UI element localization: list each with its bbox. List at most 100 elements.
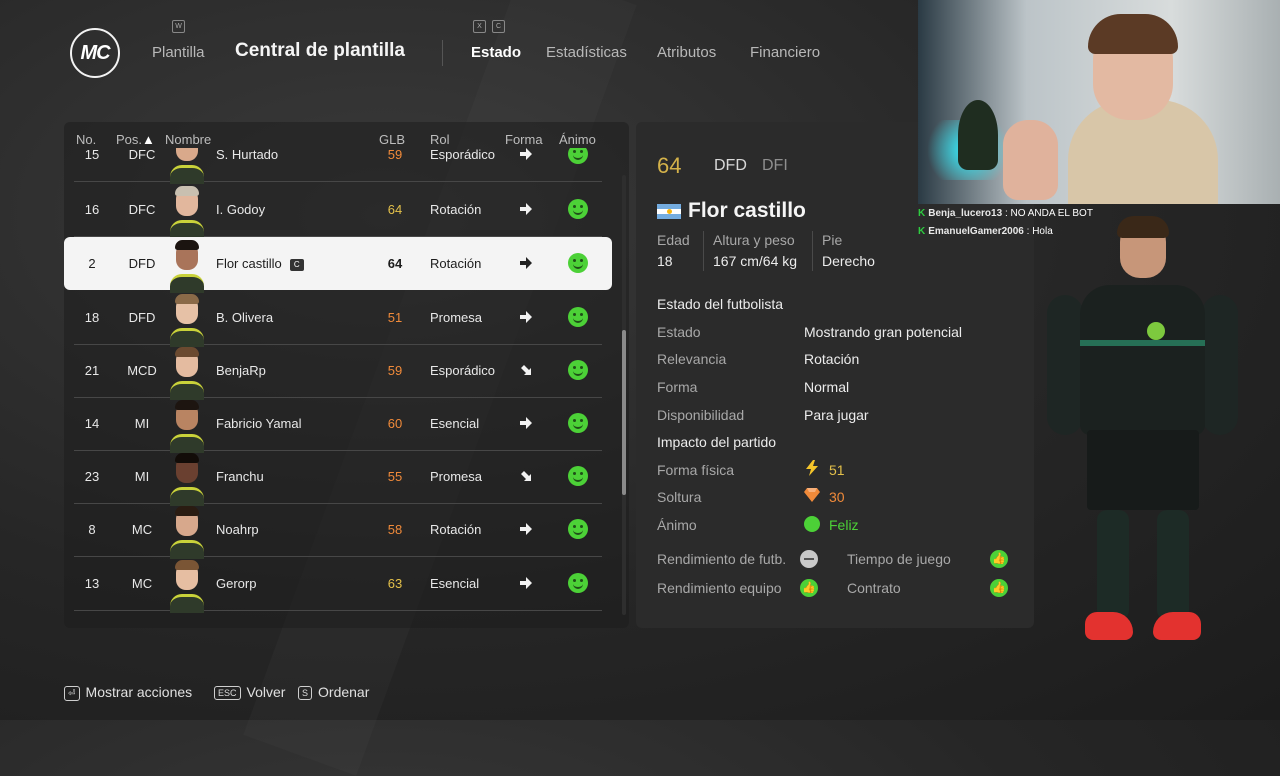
table-row[interactable]: 13 MC Gerorp 63 Esencial	[74, 557, 602, 613]
player-name-text: Noahrp	[216, 522, 259, 537]
webcam-streamer-hair	[1088, 14, 1178, 54]
table-row[interactable]: 8 MC Noahrp 58 Rotación	[74, 503, 602, 559]
player-position-secondary: DFI	[762, 157, 788, 174]
edad-value: 18	[657, 253, 673, 269]
portrait-shirt	[170, 165, 204, 184]
form-arrow-right-icon	[520, 148, 532, 160]
player-portrait	[170, 186, 204, 239]
player-position: MI	[134, 469, 150, 484]
happy-face-icon	[804, 516, 820, 532]
tab-estadisticas[interactable]: Estadísticas	[546, 44, 627, 61]
portrait-hair	[175, 240, 199, 250]
player-role: Esporádico	[430, 363, 496, 378]
player-position: MC	[131, 576, 153, 591]
table-row[interactable]: 14 MI Fabricio Yamal 60 Esencial	[74, 397, 602, 453]
happy-face-icon	[568, 519, 588, 539]
forma-fisica-value: 51	[829, 462, 845, 478]
figure-leg	[1157, 510, 1189, 620]
player-name-cell: I. Godoy	[216, 183, 265, 236]
player-overall: 64	[657, 153, 682, 178]
tab-atributos[interactable]: Atributos	[657, 44, 716, 61]
table-row-selected[interactable]: 2 DFD Flor castillo C 64 Rotación	[64, 237, 612, 293]
chat-kick-icon: K	[918, 208, 926, 219]
player-name-cell: Noahrp	[216, 503, 259, 556]
col-header-no[interactable]: No.	[76, 132, 96, 147]
player-position: DFC	[128, 148, 156, 162]
col-header-pos[interactable]: Pos.▲	[116, 132, 155, 147]
estado-value: Mostrando gran potencial	[804, 324, 962, 340]
tab-financiero[interactable]: Financiero	[750, 44, 820, 61]
mostrar-acciones-label: Mostrar acciones	[85, 684, 193, 700]
section-estado-title: Estado del futbolista	[657, 296, 784, 312]
forma-fisica-label: Forma física	[657, 462, 735, 478]
player-number: 8	[88, 522, 96, 537]
col-header-rol[interactable]: Rol	[430, 132, 450, 147]
player-name-text: Fabricio Yamal	[216, 416, 302, 431]
soltura-label: Soltura	[657, 489, 702, 505]
col-header-glb[interactable]: GLB	[379, 132, 405, 147]
webcam-overlay	[918, 0, 1280, 204]
player-portrait	[170, 506, 204, 559]
key-hint-w: W	[172, 20, 185, 33]
player-number: 18	[84, 310, 100, 325]
player-position: DFD	[128, 310, 156, 325]
col-header-animo[interactable]: Ánimo	[559, 132, 596, 147]
player-number: 23	[84, 469, 100, 484]
player-name-cell: S. Hurtado	[216, 148, 278, 181]
happy-face-icon	[568, 413, 588, 433]
ordenar-button[interactable]: S Ordenar	[298, 684, 369, 701]
player-portrait	[170, 347, 204, 400]
table-row[interactable]: 18 DFD B. Olivera 51 Promesa	[74, 291, 602, 347]
chat-kick-icon: K	[918, 226, 926, 237]
player-portrait	[170, 240, 204, 293]
player-position: MI	[134, 416, 150, 431]
pie-value: Derecho	[822, 253, 875, 269]
disponibilidad-value: Para jugar	[804, 407, 869, 423]
player-position-primary: DFD	[714, 157, 747, 174]
player-overall-rating: 55	[387, 469, 403, 484]
player-number: 14	[84, 416, 100, 431]
contrato-label: Contrato	[847, 580, 901, 596]
happy-face-icon	[568, 360, 588, 380]
player-name-cell: Gerorp	[216, 557, 256, 610]
s-key-icon: S	[298, 686, 313, 701]
tab-estado[interactable]: Estado	[471, 44, 521, 61]
player-number: 15	[84, 148, 100, 162]
table-row[interactable]: 15 DFC S. Hurtado 59 Esporádico	[74, 148, 602, 184]
player-role: Esencial	[430, 416, 480, 431]
col-header-forma[interactable]: Forma	[505, 132, 543, 147]
mostrar-acciones-button[interactable]: ⏎ Mostrar acciones	[64, 684, 192, 701]
table-row[interactable]: 23 MI Franchu 55 Promesa	[74, 450, 602, 506]
player-overall-rating: 64	[387, 202, 403, 217]
sort-asc-icon: ▲	[142, 132, 155, 147]
player-number: 13	[84, 576, 100, 591]
player-overall-rating: 60	[387, 416, 403, 431]
enter-key-icon: ⏎	[64, 685, 80, 701]
table-row[interactable]: 16 DFC I. Godoy 64 Rotación	[74, 183, 602, 239]
tiempo-juego-label: Tiempo de juego	[847, 551, 951, 567]
player-portrait	[170, 453, 204, 506]
forma-label: Forma	[657, 379, 698, 395]
nav-plantilla[interactable]: Plantilla	[152, 44, 205, 61]
key-hint-x: X	[473, 20, 486, 33]
player-overall-rating: 63	[387, 576, 403, 591]
disponibilidad-label: Disponibilidad	[657, 407, 745, 423]
page-title: Central de plantilla	[235, 40, 405, 61]
col-header-nombre[interactable]: Nombre	[165, 132, 211, 147]
volver-button[interactable]: ESC Volver	[214, 684, 285, 701]
player-overall-rating: 58	[387, 522, 403, 537]
player-overall-rating: 51	[387, 310, 403, 325]
player-name-text: B. Olivera	[216, 310, 274, 325]
portrait-hair	[175, 560, 199, 570]
table-row[interactable]: 21 MCD BenjaRp 59 Esporádico	[74, 344, 602, 400]
argentina-flag-icon	[657, 204, 681, 219]
form-arrow-right-icon	[520, 523, 532, 535]
player-name-text: Gerorp	[216, 576, 257, 591]
captain-badge-icon: C	[289, 258, 304, 271]
figure-boot	[1085, 612, 1133, 640]
animo-label: Ánimo	[657, 517, 697, 533]
rend-futb-label: Rendimiento de futb.	[657, 551, 787, 567]
figure-arm	[1202, 295, 1238, 435]
scrollbar-thumb[interactable]	[622, 330, 626, 495]
player-name-text: Franchu	[216, 469, 264, 484]
